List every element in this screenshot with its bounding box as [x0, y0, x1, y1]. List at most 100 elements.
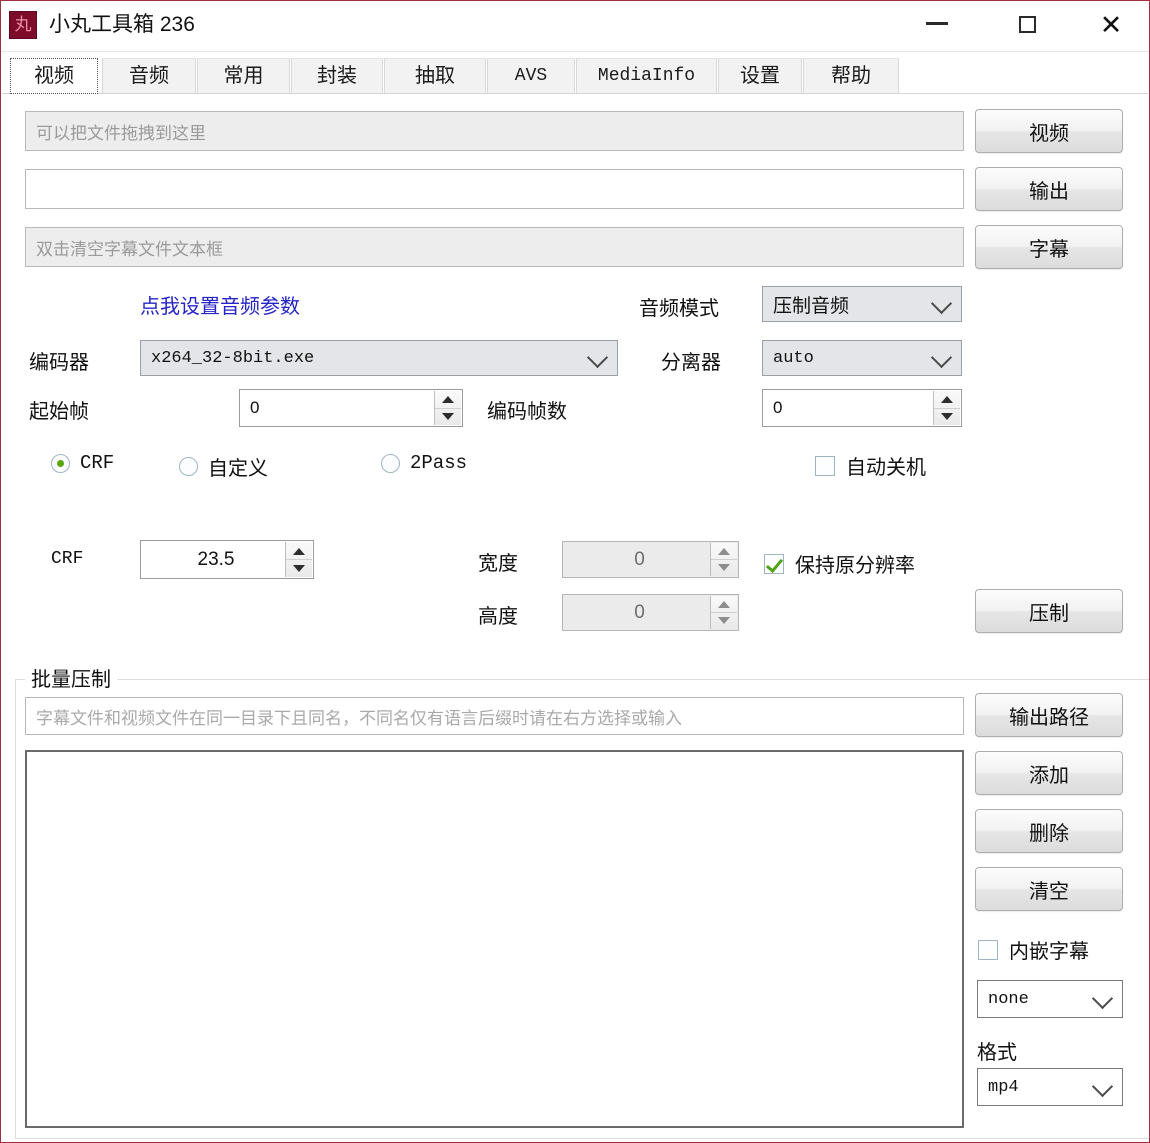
subtitle-track-select[interactable]: none	[977, 980, 1123, 1018]
tab-avs[interactable]: AVS	[487, 58, 575, 94]
tab-audio[interactable]: 音频	[102, 58, 196, 94]
format-select[interactable]: mp4	[977, 1068, 1123, 1106]
format-value: mp4	[988, 1077, 1019, 1097]
spin-down-button[interactable]	[934, 409, 960, 426]
spin-up-button[interactable]	[435, 391, 461, 409]
demuxer-label: 分离器	[661, 352, 721, 374]
tab-mux[interactable]: 封装	[291, 58, 383, 94]
format-label: 格式	[977, 1042, 1017, 1064]
auto-shutdown-label: 自动关机	[846, 457, 926, 479]
spin-up-button[interactable]	[934, 391, 960, 409]
spin-up-button[interactable]	[711, 543, 737, 560]
select-video-button[interactable]: 视频	[975, 109, 1123, 153]
minimize-icon	[926, 22, 948, 26]
video-input-field[interactable]: 可以把文件拖拽到这里	[25, 111, 964, 151]
chevron-down-icon	[930, 346, 953, 369]
subtitle-track-value: none	[988, 989, 1029, 1009]
height-spin-buttons[interactable]	[710, 596, 737, 629]
radio-indicator	[179, 457, 198, 476]
chevron-down-icon	[1091, 1075, 1114, 1098]
radio-indicator	[381, 453, 400, 473]
batch-group-title: 批量压制	[25, 663, 117, 692]
arrow-up-icon	[442, 396, 454, 404]
auto-shutdown-checkbox[interactable]: 自动关机	[815, 451, 926, 480]
tab-mediainfo[interactable]: MediaInfo	[576, 58, 717, 94]
radio-2pass[interactable]: 2Pass	[381, 452, 467, 474]
close-button[interactable]: ✕	[1081, 1, 1141, 49]
app-window: 丸 小丸工具箱 236 ✕ 视频 音频 常用 封装 抽取 AVS MediaIn…	[0, 0, 1150, 1143]
demuxer-value: auto	[773, 348, 814, 368]
encode-button[interactable]: 压制	[975, 589, 1123, 633]
spin-down-button[interactable]	[711, 613, 737, 629]
arrow-down-icon	[941, 412, 953, 420]
arrow-down-icon	[718, 564, 730, 571]
encoder-value: x264_32-8bit.exe	[151, 348, 315, 368]
minimize-button[interactable]	[907, 1, 967, 49]
maximize-icon	[1018, 16, 1036, 34]
frame-count-spin-buttons[interactable]	[933, 391, 960, 425]
demuxer-select[interactable]: auto	[762, 340, 962, 376]
keep-resolution-checkbox[interactable]: 保持原分辨率	[764, 549, 915, 578]
arrow-up-icon	[941, 396, 953, 404]
encoder-select[interactable]: x264_32-8bit.exe	[140, 340, 618, 376]
radio-custom[interactable]: 自定义	[179, 452, 268, 481]
radio-crf[interactable]: CRF	[51, 452, 114, 474]
tab-help[interactable]: 帮助	[803, 58, 899, 94]
start-frame-label: 起始帧	[29, 401, 89, 423]
select-output-button[interactable]: 输出	[975, 167, 1123, 211]
embed-subtitle-checkbox[interactable]: 内嵌字幕	[978, 935, 1089, 964]
app-icon: 丸	[9, 11, 37, 39]
start-frame-value: 0	[250, 398, 260, 417]
audio-params-link[interactable]: 点我设置音频参数	[140, 290, 300, 319]
audio-mode-select[interactable]: 压制音频	[762, 286, 962, 322]
arrow-down-icon	[293, 564, 305, 572]
batch-subtitle-hint-field[interactable]: 字幕文件和视频文件在同一目录下且同名，不同名仅有语言后缀时请在右方选择或输入	[25, 697, 964, 735]
frame-count-stepper[interactable]: 0	[762, 389, 962, 427]
batch-file-list[interactable]	[25, 750, 964, 1128]
arrow-up-icon	[718, 548, 730, 555]
spin-up-button[interactable]	[286, 542, 312, 560]
spin-down-button[interactable]	[286, 560, 312, 577]
output-path-button[interactable]: 输出路径	[975, 693, 1123, 737]
tab-settings[interactable]: 设置	[718, 58, 802, 94]
arrow-up-icon	[718, 601, 730, 608]
tab-extract[interactable]: 抽取	[384, 58, 486, 94]
subtitle-input-field[interactable]: 双击清空字幕文件文本框	[25, 227, 964, 267]
checkbox-indicator	[764, 553, 784, 574]
tab-video[interactable]: 视频	[10, 58, 98, 94]
checkbox-indicator	[815, 455, 835, 476]
audio-mode-value: 压制音频	[773, 295, 850, 317]
audio-mode-label: 音频模式	[639, 298, 719, 320]
spin-down-button[interactable]	[711, 560, 737, 576]
width-stepper[interactable]: 0	[562, 541, 739, 578]
start-frame-stepper[interactable]: 0	[239, 389, 463, 427]
clear-button[interactable]: 清空	[975, 867, 1123, 911]
radio-indicator	[51, 453, 70, 473]
title-bar: 丸 小丸工具箱 236 ✕	[1, 1, 1149, 52]
width-spin-buttons[interactable]	[710, 543, 737, 576]
delete-button[interactable]: 删除	[975, 809, 1123, 853]
add-button[interactable]: 添加	[975, 751, 1123, 795]
chevron-down-icon	[930, 292, 953, 315]
arrow-down-icon	[442, 412, 454, 420]
window-title: 小丸工具箱 236	[49, 13, 195, 36]
select-subtitle-button[interactable]: 字幕	[975, 225, 1123, 269]
radio-2pass-label: 2Pass	[410, 452, 468, 474]
height-stepper[interactable]: 0	[562, 594, 739, 631]
radio-custom-label: 自定义	[208, 458, 268, 480]
crf-stepper[interactable]: 23.5	[140, 540, 314, 579]
spin-down-button[interactable]	[435, 409, 461, 426]
spin-up-button[interactable]	[711, 596, 737, 613]
frame-count-label: 编码帧数	[487, 401, 567, 423]
chevron-down-icon	[1091, 987, 1114, 1010]
arrow-down-icon	[718, 617, 730, 624]
start-frame-spin-buttons[interactable]	[434, 391, 461, 425]
maximize-button[interactable]	[997, 1, 1057, 49]
height-label: 高度	[478, 606, 518, 628]
crf-spin-buttons[interactable]	[285, 542, 312, 577]
checkbox-indicator	[978, 939, 998, 960]
output-path-field[interactable]	[25, 169, 964, 209]
frame-count-value: 0	[773, 398, 783, 417]
width-label: 宽度	[478, 553, 518, 575]
tab-common[interactable]: 常用	[197, 58, 290, 94]
